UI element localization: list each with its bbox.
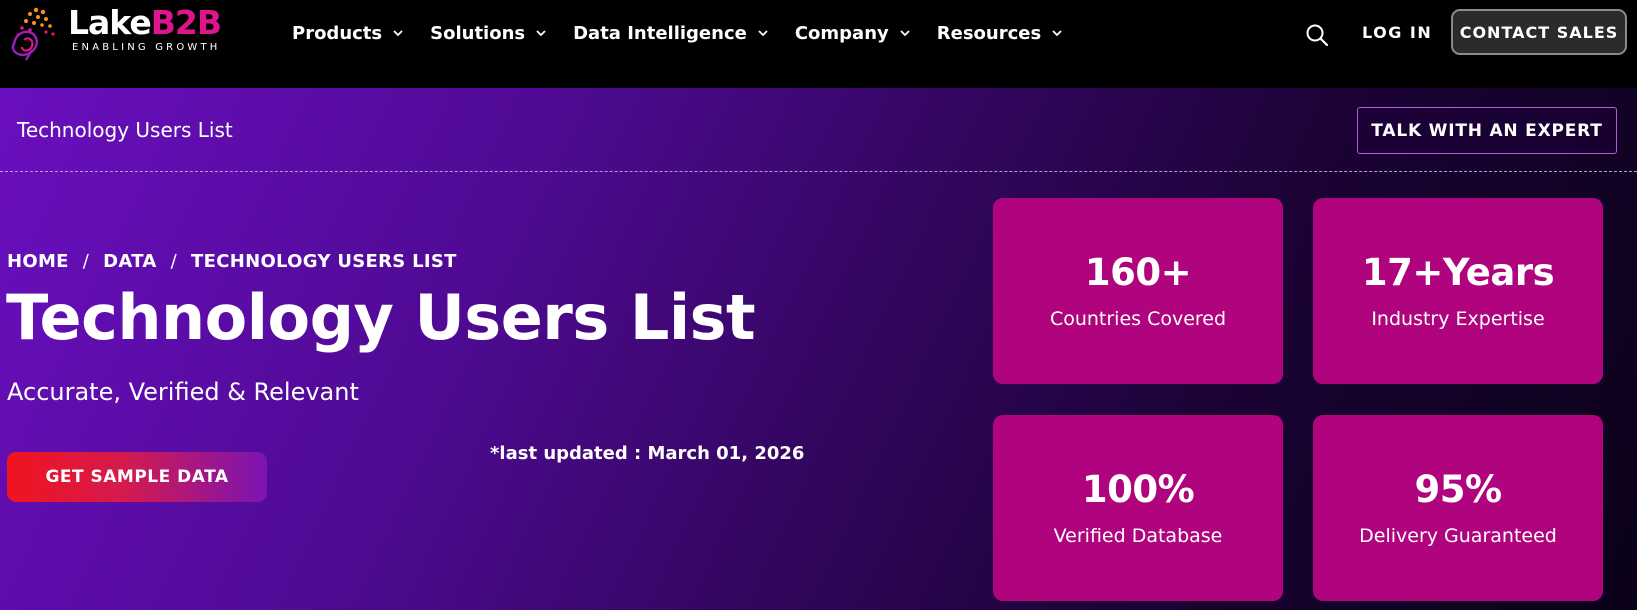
- stat-value: 100%: [1081, 468, 1195, 511]
- sticky-subbar: Technology Users List TALK WITH AN EXPER…: [0, 88, 1637, 172]
- chevron-down-icon: [1052, 30, 1062, 37]
- chevron-down-icon: [758, 30, 768, 37]
- subbar-title: Technology Users List: [17, 118, 233, 142]
- nav-item-company[interactable]: Company: [795, 23, 911, 44]
- stat-card-delivery: 95% Delivery Guaranteed: [1313, 415, 1603, 601]
- talk-with-expert-button[interactable]: TALK WITH AN EXPERT: [1357, 107, 1617, 154]
- stat-label: Industry Expertise: [1371, 308, 1545, 330]
- breadcrumb: HOME / DATA / TECHNOLOGY USERS LIST: [7, 250, 457, 274]
- breadcrumb-data[interactable]: DATA: [103, 250, 157, 274]
- hero-section: Technology Users List TALK WITH AN EXPER…: [0, 88, 1637, 610]
- brand-tagline: ENABLING GROWTH: [72, 42, 221, 53]
- nav-item-resources[interactable]: Resources: [937, 23, 1063, 44]
- logo-icon: [11, 7, 55, 61]
- stat-label: Verified Database: [1053, 525, 1223, 547]
- brand-wordmark: LakeB2B: [68, 3, 222, 42]
- stat-value: 95%: [1414, 468, 1502, 511]
- stat-label: Delivery Guaranteed: [1359, 525, 1557, 547]
- nav-item-label: Company: [794, 22, 889, 44]
- login-link[interactable]: LOG IN: [1362, 20, 1432, 46]
- brand-name-part2: B2B: [150, 3, 222, 42]
- main-menu: Products Solutions Data Intelligence Com…: [292, 18, 1089, 48]
- stat-label: Countries Covered: [1049, 308, 1227, 330]
- top-navigation: LakeB2B ENABLING GROWTH Products Solutio…: [0, 0, 1637, 88]
- contact-sales-button[interactable]: CONTACT SALES: [1451, 9, 1627, 55]
- search-icon[interactable]: [1303, 21, 1331, 49]
- stat-value: 160+: [1084, 251, 1192, 294]
- nav-item-solutions[interactable]: Solutions: [430, 23, 547, 44]
- chevron-down-icon: [393, 30, 403, 37]
- nav-item-products[interactable]: Products: [292, 23, 404, 44]
- stat-card-experience: 17+Years Industry Expertise: [1313, 198, 1603, 384]
- breadcrumb-separator: /: [82, 251, 90, 272]
- breadcrumb-separator: /: [170, 251, 178, 272]
- brand-logo[interactable]: LakeB2B ENABLING GROWTH: [6, 2, 222, 62]
- nav-item-label: Resources: [936, 22, 1042, 44]
- stat-card-countries: 160+ Countries Covered: [993, 198, 1283, 384]
- nav-item-label: Products: [292, 22, 383, 44]
- get-sample-data-button[interactable]: GET SAMPLE DATA: [7, 452, 267, 502]
- last-updated-note: *last updated : March 01, 2026: [490, 443, 805, 464]
- stat-card-verified: 100% Verified Database: [993, 415, 1283, 601]
- breadcrumb-home[interactable]: HOME: [7, 250, 69, 274]
- hero-tagline: Accurate, Verified & Relevant: [7, 378, 359, 406]
- brand-name-part1: Lake: [68, 3, 152, 42]
- nav-item-data-intelligence[interactable]: Data Intelligence: [573, 23, 769, 44]
- nav-item-label: Data Intelligence: [573, 22, 747, 44]
- page-title: Technology Users List: [6, 281, 756, 354]
- chevron-down-icon: [900, 30, 910, 37]
- nav-item-label: Solutions: [430, 22, 526, 44]
- stat-value: 17+Years: [1361, 251, 1555, 294]
- chevron-down-icon: [536, 30, 546, 37]
- breadcrumb-current: TECHNOLOGY USERS LIST: [191, 251, 457, 272]
